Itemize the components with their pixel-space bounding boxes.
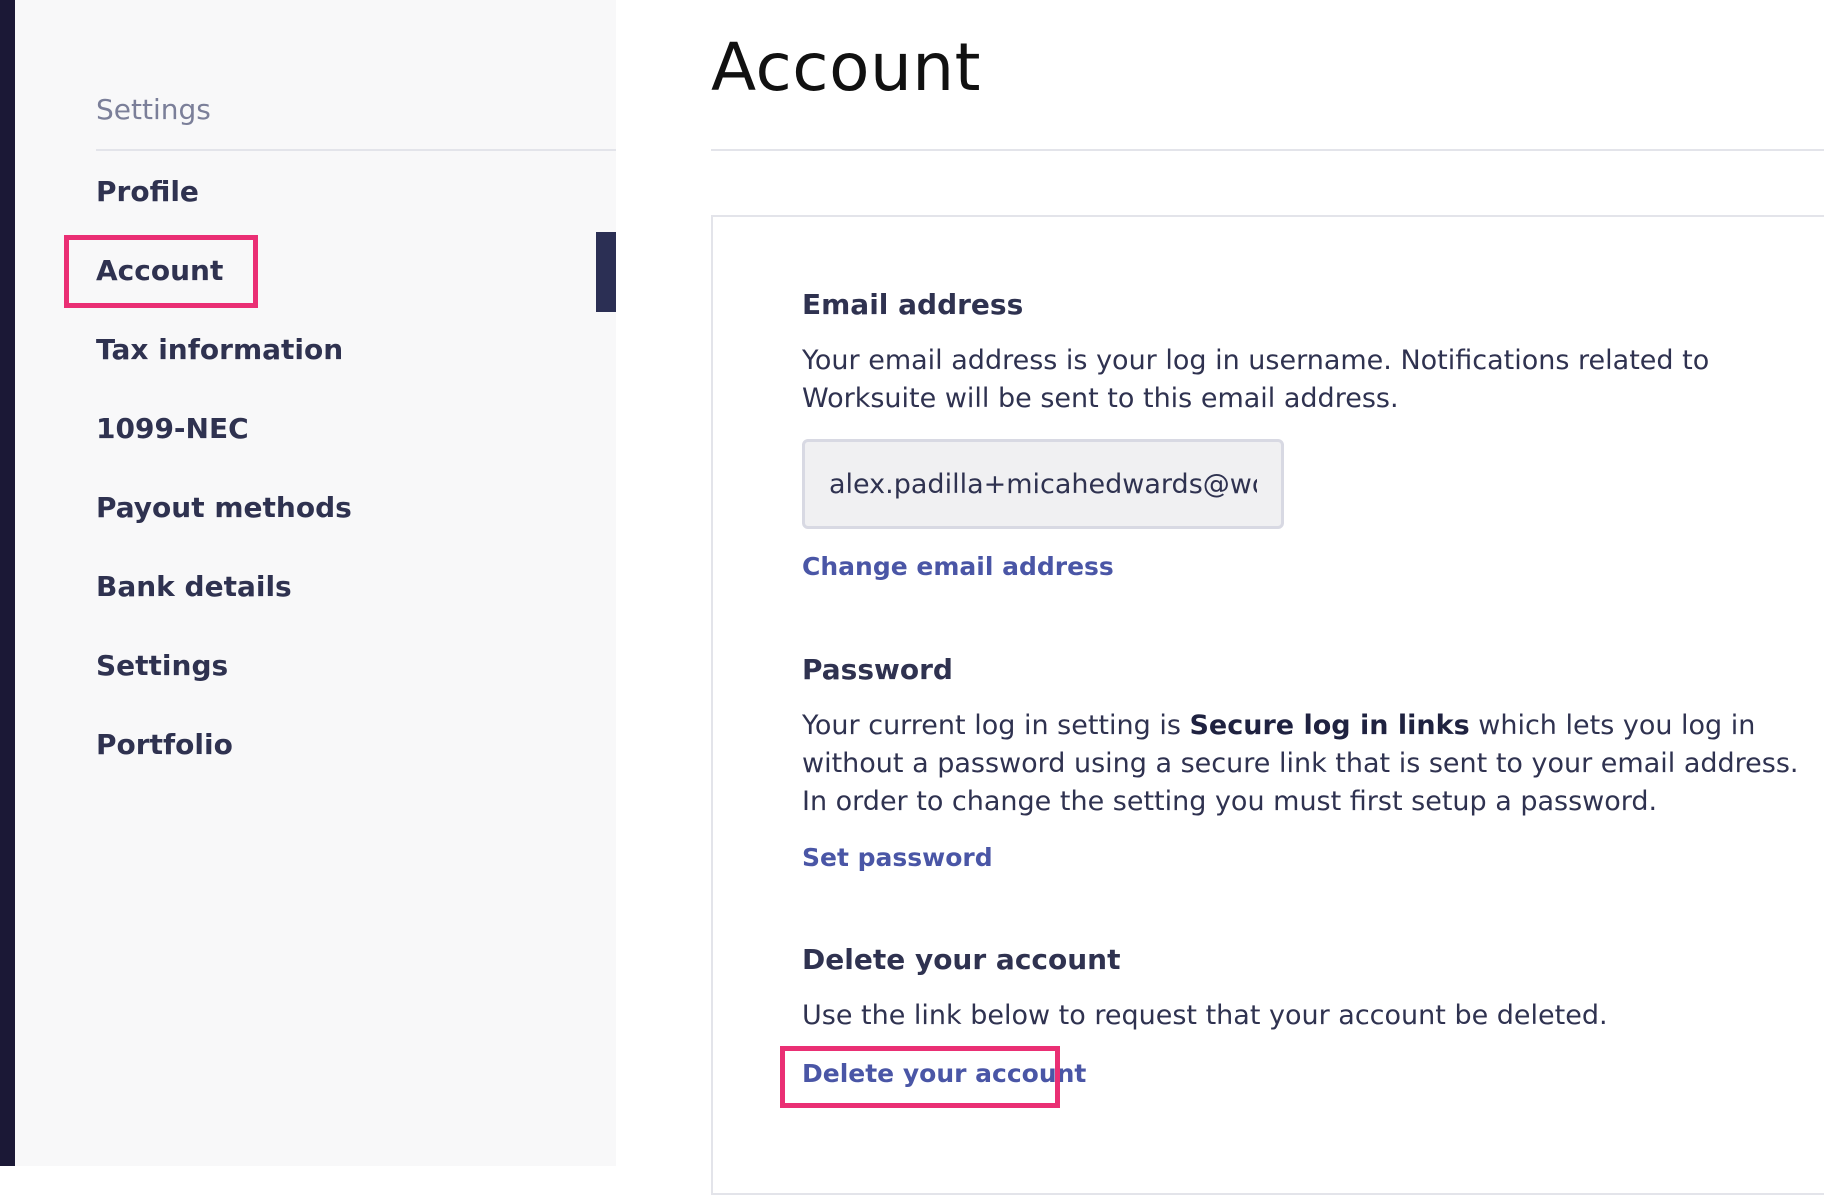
sidebar-divider (96, 149, 616, 151)
email-description-line1: Your email address is your log in userna… (802, 345, 1710, 376)
email-description-line2: Worksuite will be sent to this email add… (802, 383, 1399, 414)
title-divider (711, 149, 1824, 151)
password-description-suffix: which lets you log in (1469, 710, 1756, 741)
page-title: Account (711, 29, 981, 106)
email-section-heading: Email address (802, 288, 1024, 321)
sidebar-item-profile[interactable]: Profile (96, 174, 199, 210)
password-description-line1: Your current log in setting is Secure lo… (802, 707, 1755, 745)
settings-sidebar: Settings Profile Account Tax information… (15, 0, 616, 1166)
password-description-line3: In order to change the setting you must … (802, 786, 1658, 817)
delete-account-link[interactable]: Delete your account (802, 1058, 1086, 1090)
sidebar-heading: Settings (96, 93, 211, 126)
sidebar-item-1099-nec[interactable]: 1099-NEC (96, 411, 249, 447)
delete-description: Use the link below to request that your … (802, 1000, 1608, 1031)
sidebar-item-settings[interactable]: Settings (96, 648, 228, 684)
login-setting-name: Secure log in links (1189, 710, 1470, 741)
active-item-indicator (596, 232, 616, 312)
change-email-link[interactable]: Change email address (802, 551, 1114, 583)
main-content: Account (616, 0, 1824, 1195)
password-description-prefix: Your current log in setting is (802, 710, 1190, 741)
delete-section-heading: Delete your account (802, 943, 1121, 976)
sidebar-item-tax-information[interactable]: Tax information (96, 332, 343, 368)
password-description-line2: without a password using a secure link t… (802, 748, 1799, 779)
sidebar-item-portfolio[interactable]: Portfolio (96, 727, 233, 763)
email-field[interactable] (802, 439, 1284, 529)
set-password-link[interactable]: Set password (802, 842, 993, 874)
sidebar-item-account[interactable]: Account (96, 253, 223, 289)
sidebar-item-bank-details[interactable]: Bank details (96, 569, 292, 605)
app-left-rail (0, 0, 15, 1166)
sidebar-item-payout-methods[interactable]: Payout methods (96, 490, 352, 526)
password-section-heading: Password (802, 653, 953, 686)
